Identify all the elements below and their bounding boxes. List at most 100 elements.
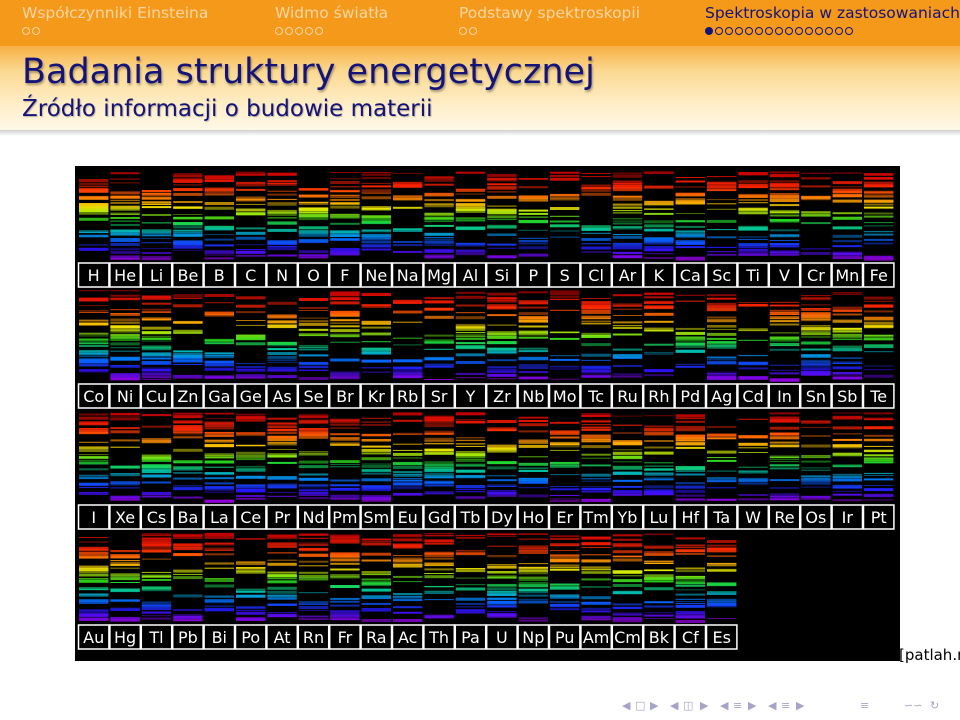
spectral-line bbox=[487, 571, 517, 573]
nav-page-dot[interactable] bbox=[845, 27, 853, 35]
nav-right-arrow-icon[interactable]: ▶ bbox=[796, 698, 804, 714]
spectral-line bbox=[487, 448, 517, 451]
nav-section-dots[interactable] bbox=[22, 27, 40, 37]
spectral-line bbox=[644, 451, 674, 455]
spectral-line bbox=[424, 535, 454, 537]
spectral-line bbox=[361, 619, 391, 622]
spectral-line bbox=[393, 344, 423, 346]
nav-left-arrow-icon[interactable]: ◀ bbox=[622, 698, 630, 714]
nav-page-dot[interactable] bbox=[459, 27, 467, 35]
spectral-line bbox=[298, 354, 329, 357]
nav-align-icon[interactable]: ≡ bbox=[860, 698, 869, 714]
nav-page-dot[interactable] bbox=[295, 27, 303, 35]
spectral-line bbox=[424, 420, 454, 424]
spectral-line bbox=[644, 580, 674, 583]
nav-page-dot[interactable] bbox=[835, 27, 843, 35]
spectral-line bbox=[487, 349, 517, 351]
nav-page-dot[interactable] bbox=[275, 27, 283, 35]
nav-section-title[interactable]: Współczynniki Einsteina bbox=[22, 4, 208, 22]
nav-page-dot[interactable] bbox=[725, 27, 733, 35]
nav-page-dot[interactable] bbox=[22, 27, 30, 35]
nav-page-dot[interactable] bbox=[795, 27, 803, 35]
nav-page-dot[interactable] bbox=[285, 27, 293, 35]
spectral-line bbox=[267, 370, 297, 372]
spectral-line bbox=[581, 184, 611, 187]
spectral-line bbox=[330, 610, 360, 612]
nav-back-icon[interactable]: ↻ bbox=[930, 698, 939, 714]
nav-section-title[interactable]: Spektroskopia w zastosowaniach bbox=[705, 4, 960, 22]
nav-page-dot[interactable] bbox=[775, 27, 783, 35]
spectral-line bbox=[204, 491, 234, 493]
nav-section-title[interactable]: Widmo światła bbox=[275, 4, 388, 22]
nav-left-arrow-icon[interactable]: ◀ bbox=[768, 698, 776, 714]
nav-section-einstein[interactable]: Współczynniki Einsteina bbox=[22, 0, 242, 46]
spectral-line bbox=[173, 615, 203, 619]
nav-frame-icon[interactable]: □ bbox=[635, 698, 645, 714]
spectral-line bbox=[393, 492, 423, 495]
nav-left-arrow-icon[interactable]: ◀ bbox=[670, 698, 678, 714]
spectral-line bbox=[581, 602, 611, 603]
nav-right-arrow-icon[interactable]: ▶ bbox=[748, 698, 756, 714]
nav-page-dot[interactable] bbox=[805, 27, 813, 35]
spectral-line bbox=[330, 230, 360, 234]
spectral-line bbox=[487, 374, 517, 377]
nav-section-icon[interactable]: ≡ bbox=[733, 698, 742, 714]
spectral-line bbox=[801, 211, 831, 214]
spectral-line bbox=[550, 559, 580, 563]
nav-section-title[interactable]: Podstawy spektroskopii bbox=[459, 4, 640, 22]
spectral-line bbox=[518, 549, 548, 551]
nav-subsection-icon[interactable]: ◫ bbox=[683, 698, 693, 714]
nav-page-dot[interactable] bbox=[705, 27, 713, 35]
spectral-line bbox=[707, 182, 737, 186]
nav-section-spectrum[interactable]: Widmo światła bbox=[275, 0, 425, 46]
element-symbol: Ge bbox=[240, 387, 262, 406]
spectral-line bbox=[298, 554, 329, 557]
spectral-line bbox=[644, 243, 674, 245]
element-symbol: As bbox=[272, 387, 291, 406]
spectral-line bbox=[832, 328, 862, 330]
nav-search-icon[interactable]: ∽∽ bbox=[904, 698, 922, 714]
spectral-line bbox=[455, 226, 486, 230]
spectral-line bbox=[864, 485, 894, 486]
spectral-line bbox=[110, 212, 140, 215]
nav-section-dots[interactable] bbox=[275, 27, 323, 37]
element-spectra-svg: H He Li Be B C N O F Ne Na Mg Al Si P S Cl Ar K Ca Sc Ti V Cr Mn… bbox=[77, 171, 895, 650]
nav-page-dot[interactable] bbox=[469, 27, 477, 35]
element-symbol: Al bbox=[463, 266, 478, 285]
spectral-line bbox=[455, 335, 486, 338]
spectral-line bbox=[550, 295, 580, 299]
spectral-line bbox=[110, 567, 140, 569]
nav-page-dot[interactable] bbox=[315, 27, 323, 35]
nav-right-arrow-icon[interactable]: ▶ bbox=[700, 698, 708, 714]
spectral-line bbox=[330, 358, 360, 362]
nav-page-dot[interactable] bbox=[815, 27, 823, 35]
nav-section-dots[interactable] bbox=[459, 27, 477, 37]
nav-section-basics[interactable]: Podstawy spektroskopii bbox=[459, 0, 659, 46]
nav-page-dot[interactable] bbox=[32, 27, 40, 35]
nav-page-dot[interactable] bbox=[755, 27, 763, 35]
spectral-line bbox=[769, 311, 800, 313]
nav-page-dot[interactable] bbox=[305, 27, 313, 35]
spectral-line bbox=[675, 365, 705, 368]
nav-section-icon[interactable]: ≡ bbox=[781, 698, 790, 714]
nav-section-applications[interactable]: Spektroskopia w zastosowaniach bbox=[705, 0, 960, 46]
spectral-line bbox=[204, 207, 234, 210]
spectral-line bbox=[518, 494, 548, 498]
spectral-line bbox=[487, 359, 517, 362]
nav-page-dot[interactable] bbox=[735, 27, 743, 35]
nav-page-dot[interactable] bbox=[765, 27, 773, 35]
nav-page-dot[interactable] bbox=[785, 27, 793, 35]
nav-page-dot[interactable] bbox=[715, 27, 723, 35]
spectral-line bbox=[79, 431, 109, 434]
spectral-line bbox=[173, 609, 203, 611]
nav-left-arrow-icon[interactable]: ◀ bbox=[720, 698, 728, 714]
nav-page-dot[interactable] bbox=[825, 27, 833, 35]
spectral-line bbox=[644, 253, 674, 255]
spectral-line bbox=[769, 464, 800, 466]
element-symbol: Ne bbox=[365, 266, 387, 285]
nav-section-dots[interactable] bbox=[705, 27, 853, 37]
spectral-line bbox=[644, 229, 674, 231]
nav-page-dot[interactable] bbox=[745, 27, 753, 35]
spectral-line bbox=[393, 230, 423, 232]
nav-right-arrow-icon[interactable]: ▶ bbox=[650, 698, 658, 714]
